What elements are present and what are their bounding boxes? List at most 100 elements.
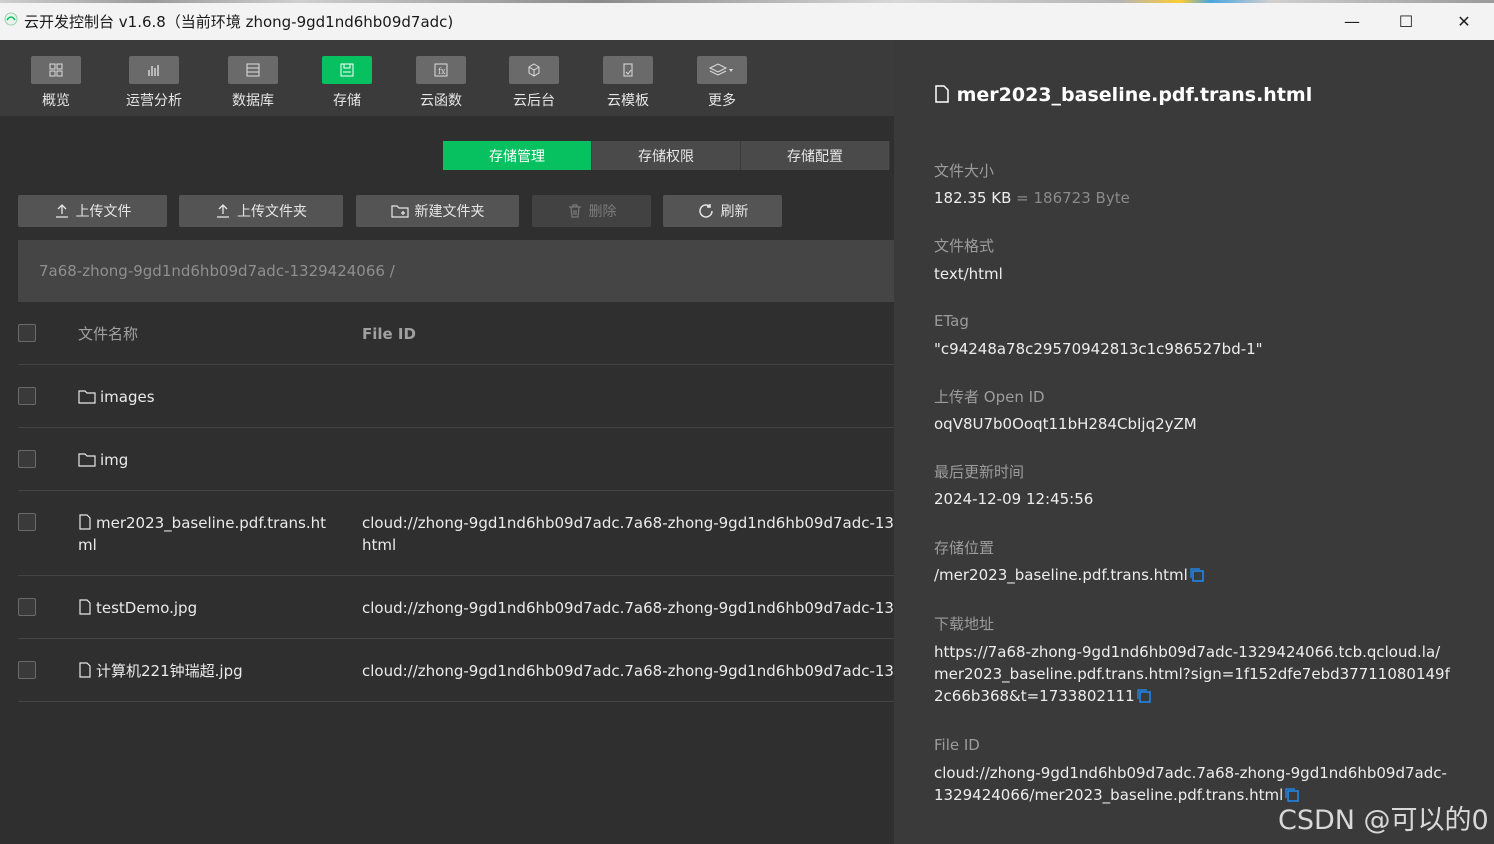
new-folder-label: 新建文件夹	[414, 204, 485, 220]
bar-chart-icon	[129, 56, 179, 84]
size-kb: 182.35 KB	[934, 189, 1012, 207]
column-header-file-id: File ID	[362, 325, 416, 343]
row-checkbox[interactable]	[18, 661, 36, 679]
refresh-label: 刷新	[720, 204, 749, 220]
format-label: 文件格式	[934, 237, 995, 255]
nav-label: 概览	[42, 93, 70, 109]
nav-label: 云函数	[420, 93, 462, 109]
detail-filename: mer2023_baseline.pdf.trans.html	[956, 84, 1313, 106]
file-name[interactable]: 计算机221钟瑞超.jpg	[96, 662, 243, 680]
tab-storage-management[interactable]: 存储管理	[443, 141, 592, 170]
upload-file-button[interactable]: 上传文件	[18, 195, 167, 227]
tab-storage-permissions[interactable]: 存储权限	[592, 141, 741, 170]
nav-item-database[interactable]: 数据库	[218, 56, 288, 110]
upload-icon	[55, 204, 68, 218]
storage-tabs: 存储管理 存储权限 存储配置	[443, 141, 890, 170]
trash-icon	[568, 204, 581, 218]
table-row[interactable]: img	[18, 428, 894, 491]
detail-title: mer2023_baseline.pdf.trans.html	[934, 84, 1312, 106]
layers-icon	[697, 56, 747, 84]
file-id: cloud://zhong-9gd1nd6hb09d7adc.7a68-zhon…	[362, 514, 894, 532]
file-id-continued: html	[362, 536, 397, 554]
svg-text:fx: fx	[438, 67, 446, 76]
breadcrumb-path[interactable]: 7a68-zhong-9gd1nd6hb09d7adc-1329424066 /	[39, 262, 395, 280]
folder-icon	[78, 390, 96, 404]
updated-value: 2024-12-09 12:45:56	[934, 490, 1094, 508]
table-header: 文件名称 File ID	[18, 302, 894, 365]
folder-icon	[78, 453, 96, 467]
file-icon	[935, 85, 949, 103]
delete-button[interactable]: 删除	[532, 195, 651, 227]
close-icon: ✕	[1457, 11, 1471, 31]
copy-icon[interactable]	[1137, 689, 1151, 703]
maximize-button[interactable]: ☐	[1386, 8, 1426, 34]
location-label: 存储位置	[934, 539, 995, 557]
nav-label: 更多	[708, 93, 736, 109]
file-detail-panel: mer2023_baseline.pdf.trans.html 文件大小 182…	[894, 40, 1494, 844]
file-name[interactable]: img	[100, 451, 128, 469]
minimize-button[interactable]: —	[1332, 8, 1372, 34]
location-row: /mer2023_baseline.pdf.trans.html	[934, 564, 1464, 586]
upload-file-label: 上传文件	[75, 204, 132, 220]
storage-icon	[322, 56, 372, 84]
table-row[interactable]: images	[18, 365, 894, 428]
refresh-icon	[698, 204, 713, 218]
watermark: CSDN @可以的0	[1278, 805, 1489, 836]
uploader-value: oqV8U7b0Ooqt11bH284CbIjq2yZM	[934, 415, 1197, 433]
row-checkbox[interactable]	[18, 387, 36, 405]
table-row[interactable]: 计算机221钟瑞超.jpg cloud://zhong-9gd1nd6hb09d…	[18, 639, 894, 702]
database-icon	[228, 56, 278, 84]
file-name-continued[interactable]: ml	[78, 536, 97, 554]
file-name[interactable]: testDemo.jpg	[96, 599, 197, 617]
select-all-checkbox[interactable]	[18, 324, 36, 342]
minimize-icon: —	[1344, 11, 1360, 31]
upload-folder-label: 上传文件夹	[237, 204, 307, 220]
refresh-button[interactable]: 刷新	[663, 195, 782, 227]
nav-item-more[interactable]: 更多	[687, 56, 757, 110]
titlebar-background-strip	[0, 0, 1494, 3]
delete-label: 删除	[588, 204, 617, 220]
file-id: cloud://zhong-9gd1nd6hb09d7adc.7a68-zhon…	[362, 599, 894, 617]
maximize-icon: ☐	[1398, 11, 1414, 31]
upload-icon	[217, 204, 229, 218]
nav-item-storage[interactable]: 存储	[312, 56, 382, 110]
window-titlebar: 云开发控制台 v1.6.8（当前环境 zhong-9gd1nd6hb09d7ad…	[0, 0, 1494, 40]
nav-label: 云模板	[607, 93, 649, 109]
nav-item-analytics[interactable]: 运营分析	[119, 56, 189, 110]
etag-label: ETag	[934, 312, 969, 330]
download-label: 下载地址	[934, 615, 995, 633]
nav-item-functions[interactable]: fx 云函数	[406, 56, 476, 110]
updated-label: 最后更新时间	[934, 463, 1025, 481]
template-icon	[603, 56, 653, 84]
file-name[interactable]: images	[100, 388, 155, 406]
row-checkbox[interactable]	[18, 598, 36, 616]
storage-main-area: 概览 运营分析 数据库 存储 fx 云函数 云后台 云模板 更多 存储管理 存储…	[0, 40, 894, 844]
new-folder-button[interactable]: 新建文件夹	[356, 195, 519, 227]
breadcrumb: 7a68-zhong-9gd1nd6hb09d7adc-1329424066 /	[18, 240, 894, 302]
etag-value: "c94248a78c29570942813c1c986527bd-1"	[934, 340, 1263, 358]
size-bytes: = 186723 Byte	[1016, 189, 1130, 207]
table-row[interactable]: mer2023_baseline.pdf.trans.ht ml cloud:/…	[18, 491, 894, 576]
row-checkbox[interactable]	[18, 513, 36, 531]
uploader-label: 上传者 Open ID	[934, 388, 1045, 406]
upload-folder-button[interactable]: 上传文件夹	[179, 195, 343, 227]
column-header-name: 文件名称	[78, 325, 139, 343]
location-value: /mer2023_baseline.pdf.trans.html	[934, 566, 1188, 584]
table-row[interactable]: testDemo.jpg cloud://zhong-9gd1nd6hb09d7…	[18, 576, 894, 639]
nav-label: 存储	[333, 93, 361, 109]
copy-icon[interactable]	[1190, 568, 1204, 582]
tab-storage-config[interactable]: 存储配置	[741, 141, 890, 170]
file-name[interactable]: mer2023_baseline.pdf.trans.ht	[96, 514, 326, 532]
file-id-label: File ID	[934, 736, 980, 754]
size-label: 文件大小	[934, 162, 995, 180]
file-icon	[79, 662, 91, 678]
nav-label: 运营分析	[126, 93, 182, 109]
row-checkbox[interactable]	[18, 450, 36, 468]
nav-item-backend[interactable]: 云后台	[499, 56, 569, 110]
file-id: cloud://zhong-9gd1nd6hb09d7adc.7a68-zhon…	[362, 662, 894, 680]
download-url[interactable]: https://7a68-zhong-9gd1nd6hb09d7adc-1329…	[934, 643, 1450, 705]
function-icon: fx	[416, 56, 466, 84]
nav-item-templates[interactable]: 云模板	[593, 56, 663, 110]
close-button[interactable]: ✕	[1444, 8, 1484, 34]
nav-item-overview[interactable]: 概览	[21, 56, 91, 110]
